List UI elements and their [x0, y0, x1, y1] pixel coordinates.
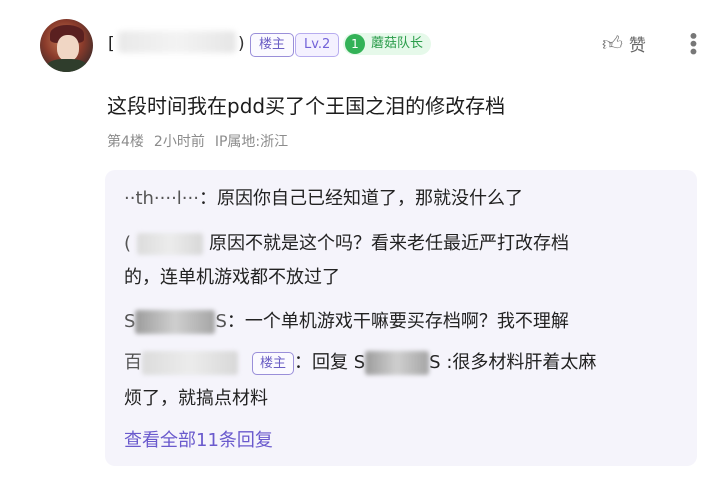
level-badge: Lv.2 — [295, 33, 340, 57]
reply-item[interactable]: 百 楼主 ：回复 S S :很多材料肝着太麻 — [124, 347, 596, 379]
post-time: 2小时前 — [153, 134, 205, 150]
reply-text: 原因不就是这个吗？看来老任最近严打改存档 — [209, 233, 570, 254]
like-button[interactable]: 👍︎ 赞 — [602, 31, 646, 56]
username-end[interactable]: ) — [238, 34, 245, 54]
reply-text: ：原因你自己已经知道了，那就没什么了 — [198, 188, 523, 209]
username-blurred[interactable] — [118, 31, 236, 53]
owner-badge: 楼主 — [250, 33, 295, 57]
user-avatar[interactable] — [40, 19, 93, 72]
reply-username-end[interactable]: S — [215, 311, 226, 332]
role-label: 蘑菇队长 — [371, 36, 424, 51]
reply-username[interactable]: ··th····l··· — [124, 188, 199, 209]
reply-text-mid: S :很多材料肝着太麻 — [429, 352, 597, 373]
reply-username-blurred[interactable] — [135, 310, 216, 334]
reply-text-continued: 的，连单机游戏都不放过了 — [124, 267, 340, 288]
reply-username[interactable]: S — [124, 311, 135, 332]
like-label: 赞 — [628, 36, 646, 56]
post-content: 这段时间我在pdd买了个王国之泪的修改存档 — [107, 94, 506, 118]
username-start[interactable]: [ — [108, 34, 115, 54]
more-options-icon[interactable]: ••• — [681, 30, 705, 53]
role-number: 1 — [345, 34, 365, 54]
thumbs-up-icon: 👍︎ — [602, 31, 623, 55]
reply-text: ：回复 S — [294, 352, 366, 373]
reply-username-blurred[interactable] — [142, 351, 238, 375]
reply-text: ：一个单机游戏干嘛要买存档啊？我不理解 — [226, 311, 569, 332]
reply-item[interactable]: ··th····l···：原因你自己已经知道了，那就没什么了 — [124, 183, 523, 215]
reply-username-blurred[interactable] — [137, 233, 204, 255]
role-badge: 1 蘑菇队长 — [343, 33, 432, 55]
avatar-face — [57, 35, 79, 61]
ip-location: IP属地:浙江 — [214, 134, 289, 150]
mentioned-user-blurred[interactable] — [365, 351, 430, 375]
owner-badge: 楼主 — [252, 351, 295, 375]
post-meta: 第4楼 2小时前 IP属地:浙江 — [107, 131, 288, 151]
reply-username[interactable]: 百 — [124, 352, 142, 373]
reply-username[interactable]: ( — [124, 233, 131, 254]
reply-text-continued: 烦了，就搞点材料 — [124, 388, 268, 409]
view-all-replies-link[interactable]: 查看全部11条回复 — [124, 426, 273, 452]
floor-number: 第4楼 — [107, 134, 144, 150]
avatar-coat — [46, 59, 88, 72]
reply-item[interactable]: ( 原因不就是这个吗？看来老任最近严打改存档 — [124, 228, 569, 260]
reply-item[interactable]: S S：一个单机游戏干嘛要买存档啊？我不理解 — [124, 306, 569, 338]
